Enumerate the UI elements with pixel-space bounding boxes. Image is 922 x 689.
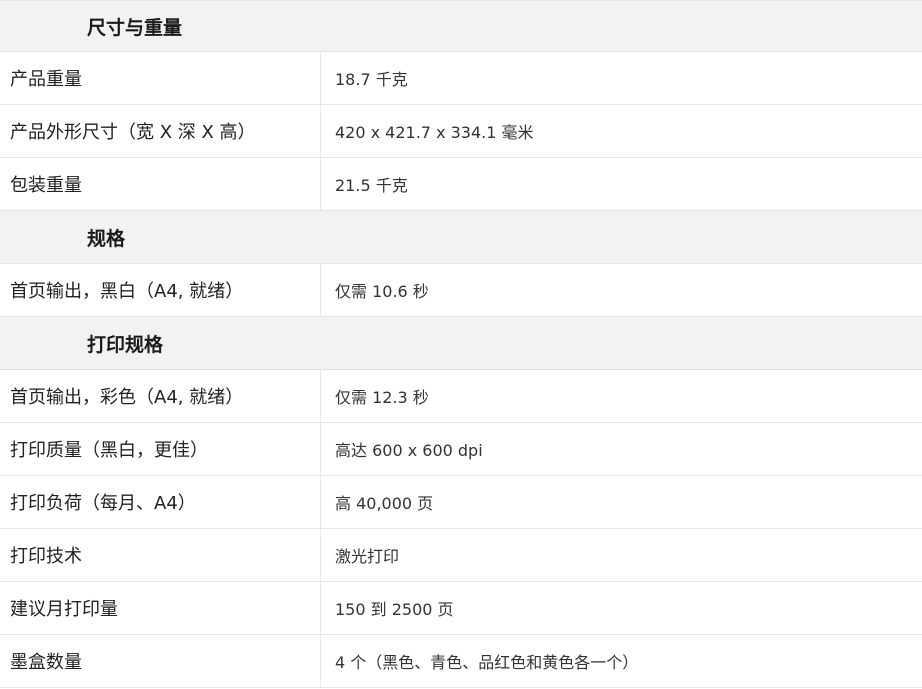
table-row: 打印技术 激光打印 <box>0 529 922 582</box>
spec-value: 150 到 2500 页 <box>335 600 454 619</box>
spec-value: 420 x 421.7 x 334.1 毫米 <box>335 123 534 142</box>
spec-value: 高 40,000 页 <box>335 494 434 513</box>
spec-label: 打印负荷（每月、A4） <box>0 476 321 528</box>
table-row: 建议月打印量 150 到 2500 页 <box>0 582 922 635</box>
section-title: 规格 <box>87 227 126 250</box>
spec-label: 首页输出，黑白（A4, 就绪） <box>0 264 321 316</box>
table-row: 打印质量（黑白，更佳） 高达 600 x 600 dpi <box>0 423 922 476</box>
spec-value: 高达 600 x 600 dpi <box>335 441 483 460</box>
table-row: 产品重量 18.7 千克 <box>0 52 922 105</box>
table-row: 首页输出，彩色（A4, 就绪） 仅需 12.3 秒 <box>0 370 922 423</box>
section-header-dimensions-weight: 尺寸与重量 <box>0 1 922 52</box>
spec-label: 首页输出，彩色（A4, 就绪） <box>0 370 321 422</box>
section-header-specs: 规格 <box>0 211 922 264</box>
spec-label: 墨盒数量 <box>0 635 321 687</box>
table-row: 打印负荷（每月、A4） 高 40,000 页 <box>0 476 922 529</box>
table-row: 产品外形尺寸（宽 X 深 X 高） 420 x 421.7 x 334.1 毫米 <box>0 105 922 158</box>
table-row: 首页输出，黑白（A4, 就绪） 仅需 10.6 秒 <box>0 264 922 317</box>
spec-value: 激光打印 <box>335 547 400 566</box>
spec-label: 产品外形尺寸（宽 X 深 X 高） <box>0 105 321 157</box>
section-title: 尺寸与重量 <box>87 16 183 39</box>
section-header-print-specs: 打印规格 <box>0 317 922 370</box>
table-row: 墨盒数量 4 个（黑色、青色、品红色和黄色各一个） <box>0 635 922 688</box>
section-title: 打印规格 <box>87 333 164 356</box>
spec-label: 包装重量 <box>0 158 321 210</box>
spec-label: 产品重量 <box>0 52 321 104</box>
spec-value: 4 个（黑色、青色、品红色和黄色各一个） <box>335 653 639 672</box>
spec-label: 打印技术 <box>0 529 321 581</box>
spec-value: 仅需 12.3 秒 <box>335 388 429 407</box>
spec-value: 21.5 千克 <box>335 176 408 195</box>
spec-label: 打印质量（黑白，更佳） <box>0 423 321 475</box>
table-row: 包装重量 21.5 千克 <box>0 158 922 211</box>
spec-value: 仅需 10.6 秒 <box>335 282 429 301</box>
spec-table: 尺寸与重量 产品重量 18.7 千克 产品外形尺寸（宽 X 深 X 高） 420… <box>0 0 922 688</box>
spec-value: 18.7 千克 <box>335 70 408 89</box>
spec-label: 建议月打印量 <box>0 582 321 634</box>
